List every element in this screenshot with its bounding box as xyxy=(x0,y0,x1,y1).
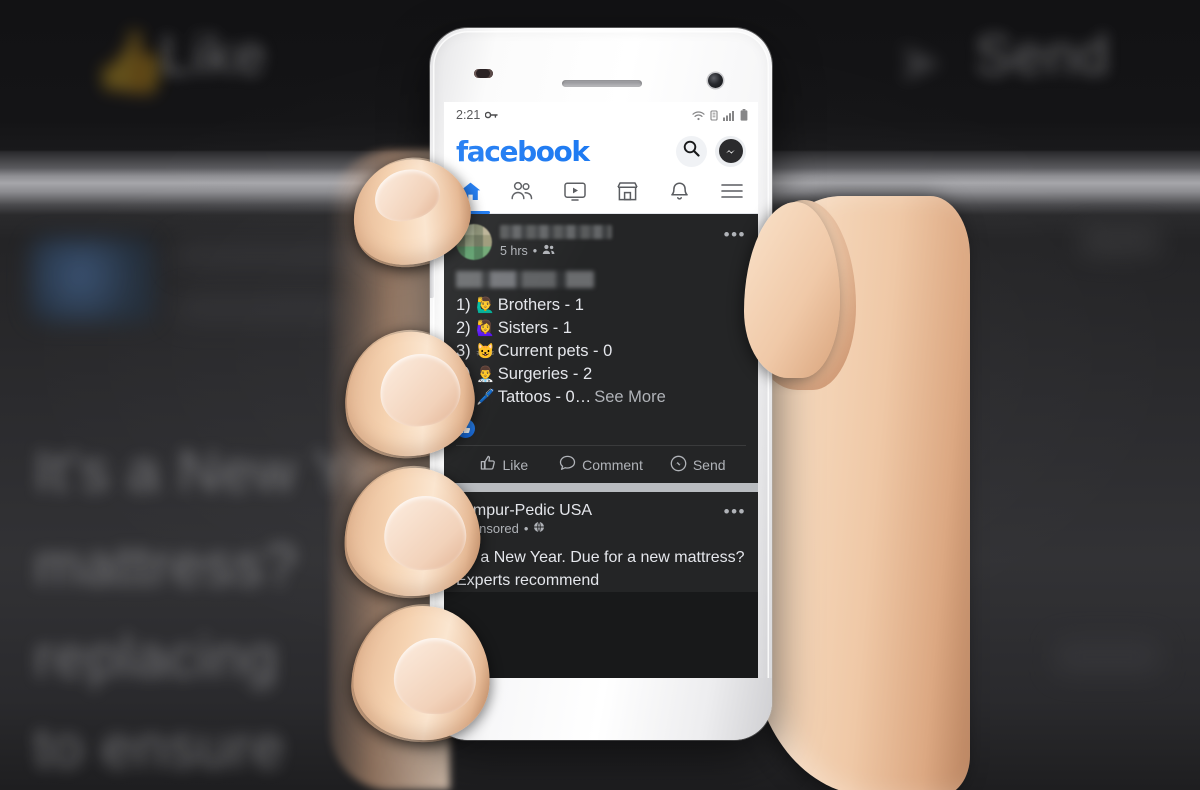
facebook-logo[interactable]: facebook xyxy=(456,135,590,168)
phone-screen: 2:21 faceboo xyxy=(444,102,758,678)
wifi-icon xyxy=(692,110,705,121)
background-blob xyxy=(175,295,345,321)
status-bar: 2:21 xyxy=(444,102,758,128)
post-timestamp: 5 hrs • xyxy=(500,244,716,258)
list-item: 2) 🙋‍♀️ Sisters - 1 xyxy=(456,317,746,340)
bell-icon xyxy=(669,181,690,207)
smartphone: 2:21 faceboo xyxy=(430,28,772,740)
news-feed[interactable]: 5 hrs • ••• 1) 🙋‍♂️ Brothers xyxy=(444,214,758,678)
volume-down-button[interactable] xyxy=(430,254,434,298)
list-item-text: Surgeries - 2 xyxy=(497,365,593,383)
friends-icon xyxy=(510,181,534,206)
post-title-redacted xyxy=(456,271,594,288)
list-item-text: Brothers - 1 xyxy=(497,296,584,314)
list-item-number: 2) xyxy=(456,319,471,337)
like-button[interactable]: Like xyxy=(456,446,553,483)
background-text-line: mattress? xyxy=(34,533,298,598)
search-icon xyxy=(683,140,700,162)
list-item-emoji: 🖊️ xyxy=(476,389,495,406)
feed-post[interactable]: 5 hrs • ••• 1) 🙋‍♂️ Brothers xyxy=(444,214,758,483)
messenger-send-icon xyxy=(670,455,687,475)
list-item-text: Current pets - 0 xyxy=(497,342,613,360)
battery-icon xyxy=(740,109,748,121)
ad-more-options-button[interactable]: ••• xyxy=(724,501,746,520)
thumbs-up-outline-icon xyxy=(480,455,496,474)
post-author-name-redacted xyxy=(500,225,612,239)
sim-card-icon xyxy=(710,109,718,121)
like-button-label: Like xyxy=(502,456,529,473)
cellular-signal-icon xyxy=(723,110,735,121)
navigation-tab-bar xyxy=(444,174,758,214)
vpn-key-icon xyxy=(485,110,499,120)
tab-marketplace[interactable] xyxy=(601,174,653,213)
background-blob xyxy=(1080,228,1160,254)
header-actions xyxy=(676,135,746,167)
ad-advertiser-meta: Tempur-Pedic USA Sponsored • xyxy=(456,501,716,536)
globe-public-icon xyxy=(533,521,545,536)
list-item-emoji: 🙋‍♀️ xyxy=(476,320,495,337)
status-bar-left: 2:21 xyxy=(456,108,499,122)
list-item-emoji: 👨‍⚕️ xyxy=(476,366,495,383)
separator-dot: • xyxy=(532,244,538,258)
background-text-line: to ensure xyxy=(34,715,285,780)
background-avatar xyxy=(30,238,154,322)
separator-dot: • xyxy=(523,521,529,536)
search-button[interactable] xyxy=(676,135,707,167)
tab-notifications[interactable] xyxy=(653,174,705,213)
comment-button-label: Comment xyxy=(582,456,643,473)
feed-divider xyxy=(444,483,758,492)
tab-watch[interactable] xyxy=(549,174,601,213)
list-item-text: Tattoos - 0… xyxy=(497,388,592,406)
see-more-link[interactable]: See More xyxy=(594,386,666,409)
list-item: 3) 😺 Current pets - 0 xyxy=(456,340,746,363)
proximity-sensor xyxy=(474,69,493,78)
ad-advertiser-name[interactable]: Tempur-Pedic USA xyxy=(456,502,716,520)
post-more-options-button[interactable]: ••• xyxy=(724,224,746,243)
post-action-bar: Like Comment Send xyxy=(456,445,746,483)
hamburger-menu-icon xyxy=(720,182,744,205)
watch-video-icon xyxy=(563,181,587,207)
status-bar-right xyxy=(692,109,748,121)
list-item-text: Sisters - 1 xyxy=(497,319,572,337)
background-messenger-icon: ➤ xyxy=(895,30,944,95)
background-send-label: Send xyxy=(975,23,1110,86)
list-item: 1) 🙋‍♂️ Brothers - 1 xyxy=(456,294,746,317)
marketplace-icon xyxy=(616,181,639,207)
messenger-icon xyxy=(718,139,743,163)
tab-friends[interactable] xyxy=(496,174,548,213)
front-camera xyxy=(708,73,723,88)
comment-bubble-icon xyxy=(559,455,576,474)
list-item: 4) 👨‍⚕️ Surgeries - 2 xyxy=(456,363,746,386)
messenger-button[interactable] xyxy=(715,135,746,167)
sponsored-post[interactable]: Tempur-Pedic USA Sponsored • ••• It's a … xyxy=(444,492,758,592)
list-item-emoji: 😺 xyxy=(476,343,495,360)
comment-button[interactable]: Comment xyxy=(553,446,650,483)
ad-body-text: It's a New Year. Due for a new mattress?… xyxy=(456,549,745,589)
tab-menu[interactable] xyxy=(706,174,758,213)
background-thumbs-up-icon: 👍 xyxy=(92,28,170,97)
list-item: 5) 🖊️ Tattoos - 0… See More xyxy=(456,386,746,409)
send-button-label: Send xyxy=(692,456,726,473)
friends-audience-icon xyxy=(542,244,555,258)
list-item-emoji: 🙋‍♂️ xyxy=(476,297,495,314)
post-time-label: 5 hrs xyxy=(500,244,528,258)
post-reactions[interactable] xyxy=(456,413,746,445)
background-like-label: Like xyxy=(160,23,267,86)
background-blob xyxy=(1055,640,1160,674)
ad-sponsored-row: Sponsored • xyxy=(456,521,716,536)
post-author-meta: 5 hrs • xyxy=(500,224,716,258)
earpiece-speaker xyxy=(562,80,642,87)
list-item-number: 1) xyxy=(456,296,471,314)
facebook-header: facebook xyxy=(444,128,758,174)
post-header: 5 hrs • ••• xyxy=(456,224,746,260)
ad-header: Tempur-Pedic USA Sponsored • ••• xyxy=(456,501,746,536)
background-text-line: replacing xyxy=(34,625,279,690)
send-button[interactable]: Send xyxy=(649,446,746,483)
status-time: 2:21 xyxy=(456,108,481,122)
post-list: 1) 🙋‍♂️ Brothers - 1 2) 🙋‍♀️ Sisters - 1… xyxy=(456,294,746,413)
